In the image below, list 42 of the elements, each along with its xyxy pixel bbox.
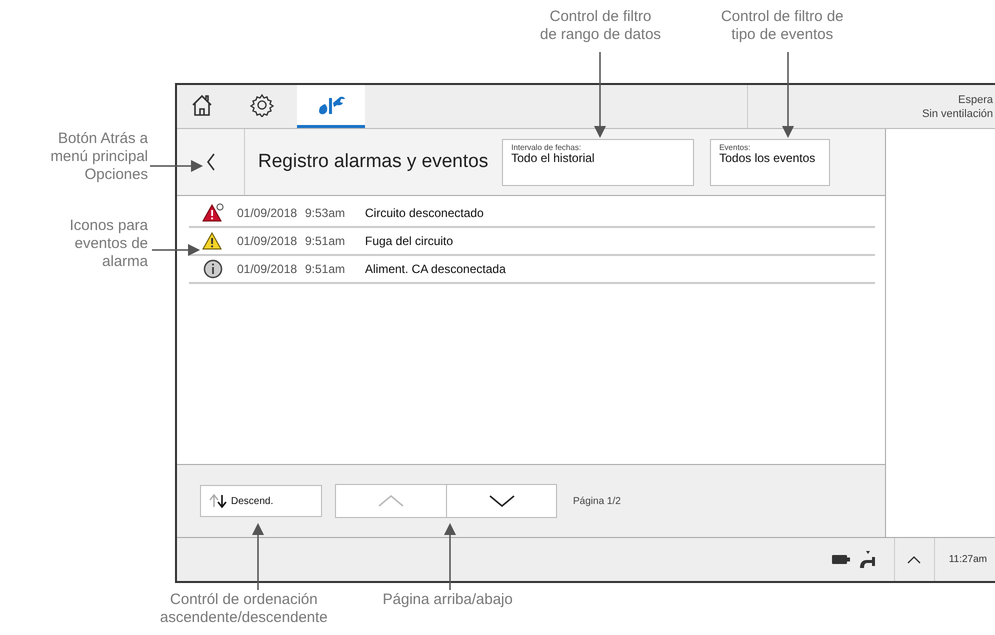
page-indicator: Página 1/2: [573, 496, 621, 506]
page-title: Registro alarmas y eventos: [258, 151, 488, 173]
leader-arrow: [150, 160, 203, 172]
sort-arrows-icon: [209, 494, 227, 508]
warning-triangle-icon: [202, 231, 224, 251]
leader-arrow: [152, 244, 200, 256]
settings-icon: [250, 93, 274, 117]
event-date: 01/09/2018: [237, 206, 298, 220]
home-icon: [191, 93, 213, 117]
sort-button[interactable]: Descend.: [200, 485, 322, 517]
callout-label: Botón Atrás a menú principal Opciones: [50, 130, 148, 184]
event-time: 9:53am: [305, 206, 346, 220]
filter-label: Intervalo de fechas:: [511, 142, 582, 152]
callout-label: Control de filtro de tipo de eventos: [720, 8, 844, 45]
event-description: Fuga del circuito: [365, 234, 454, 248]
filter-label: Eventos:: [719, 142, 752, 152]
filter-dropdown[interactable]: Intervalo de fechas: Todo el historial: [502, 138, 694, 186]
callout-label: Control de filtro de rango de datos: [540, 8, 661, 45]
event-date: 01/09/2018: [237, 234, 298, 248]
event-date: 01/09/2018: [237, 262, 298, 276]
chevron-up-icon: [907, 556, 922, 564]
status-text: Sin ventilación: [922, 106, 993, 120]
warning-triangle-icon: [202, 203, 224, 223]
filter-value: Todo el historial: [511, 152, 596, 164]
leader-arrow: [250, 523, 266, 590]
nav-tab[interactable]: [297, 85, 365, 128]
callout-label: Contról de ordenación ascendente/descendente: [160, 591, 328, 628]
plug-icon: [858, 550, 878, 570]
event-description: Circuito desconectado: [365, 206, 484, 220]
info-icon: [203, 259, 223, 279]
clock-time: 11:27am: [934, 538, 995, 581]
filter-dropdown[interactable]: Eventos: Todos los eventos: [710, 138, 830, 186]
callout-label: Iconos para eventos de alarma: [70, 217, 148, 271]
event-description: Aliment. CA desconectada: [365, 262, 506, 276]
callout-label: Página arriba/abajo: [382, 591, 513, 610]
event-time: 9:51am: [305, 234, 346, 248]
event-time: 9:51am: [305, 262, 346, 276]
status-text: Espera: [958, 92, 993, 106]
leader-arrow: [442, 523, 458, 590]
chevron-left-icon: [206, 153, 216, 171]
battery-icon: [832, 555, 850, 564]
filter-value: Todos los eventos: [719, 152, 816, 164]
